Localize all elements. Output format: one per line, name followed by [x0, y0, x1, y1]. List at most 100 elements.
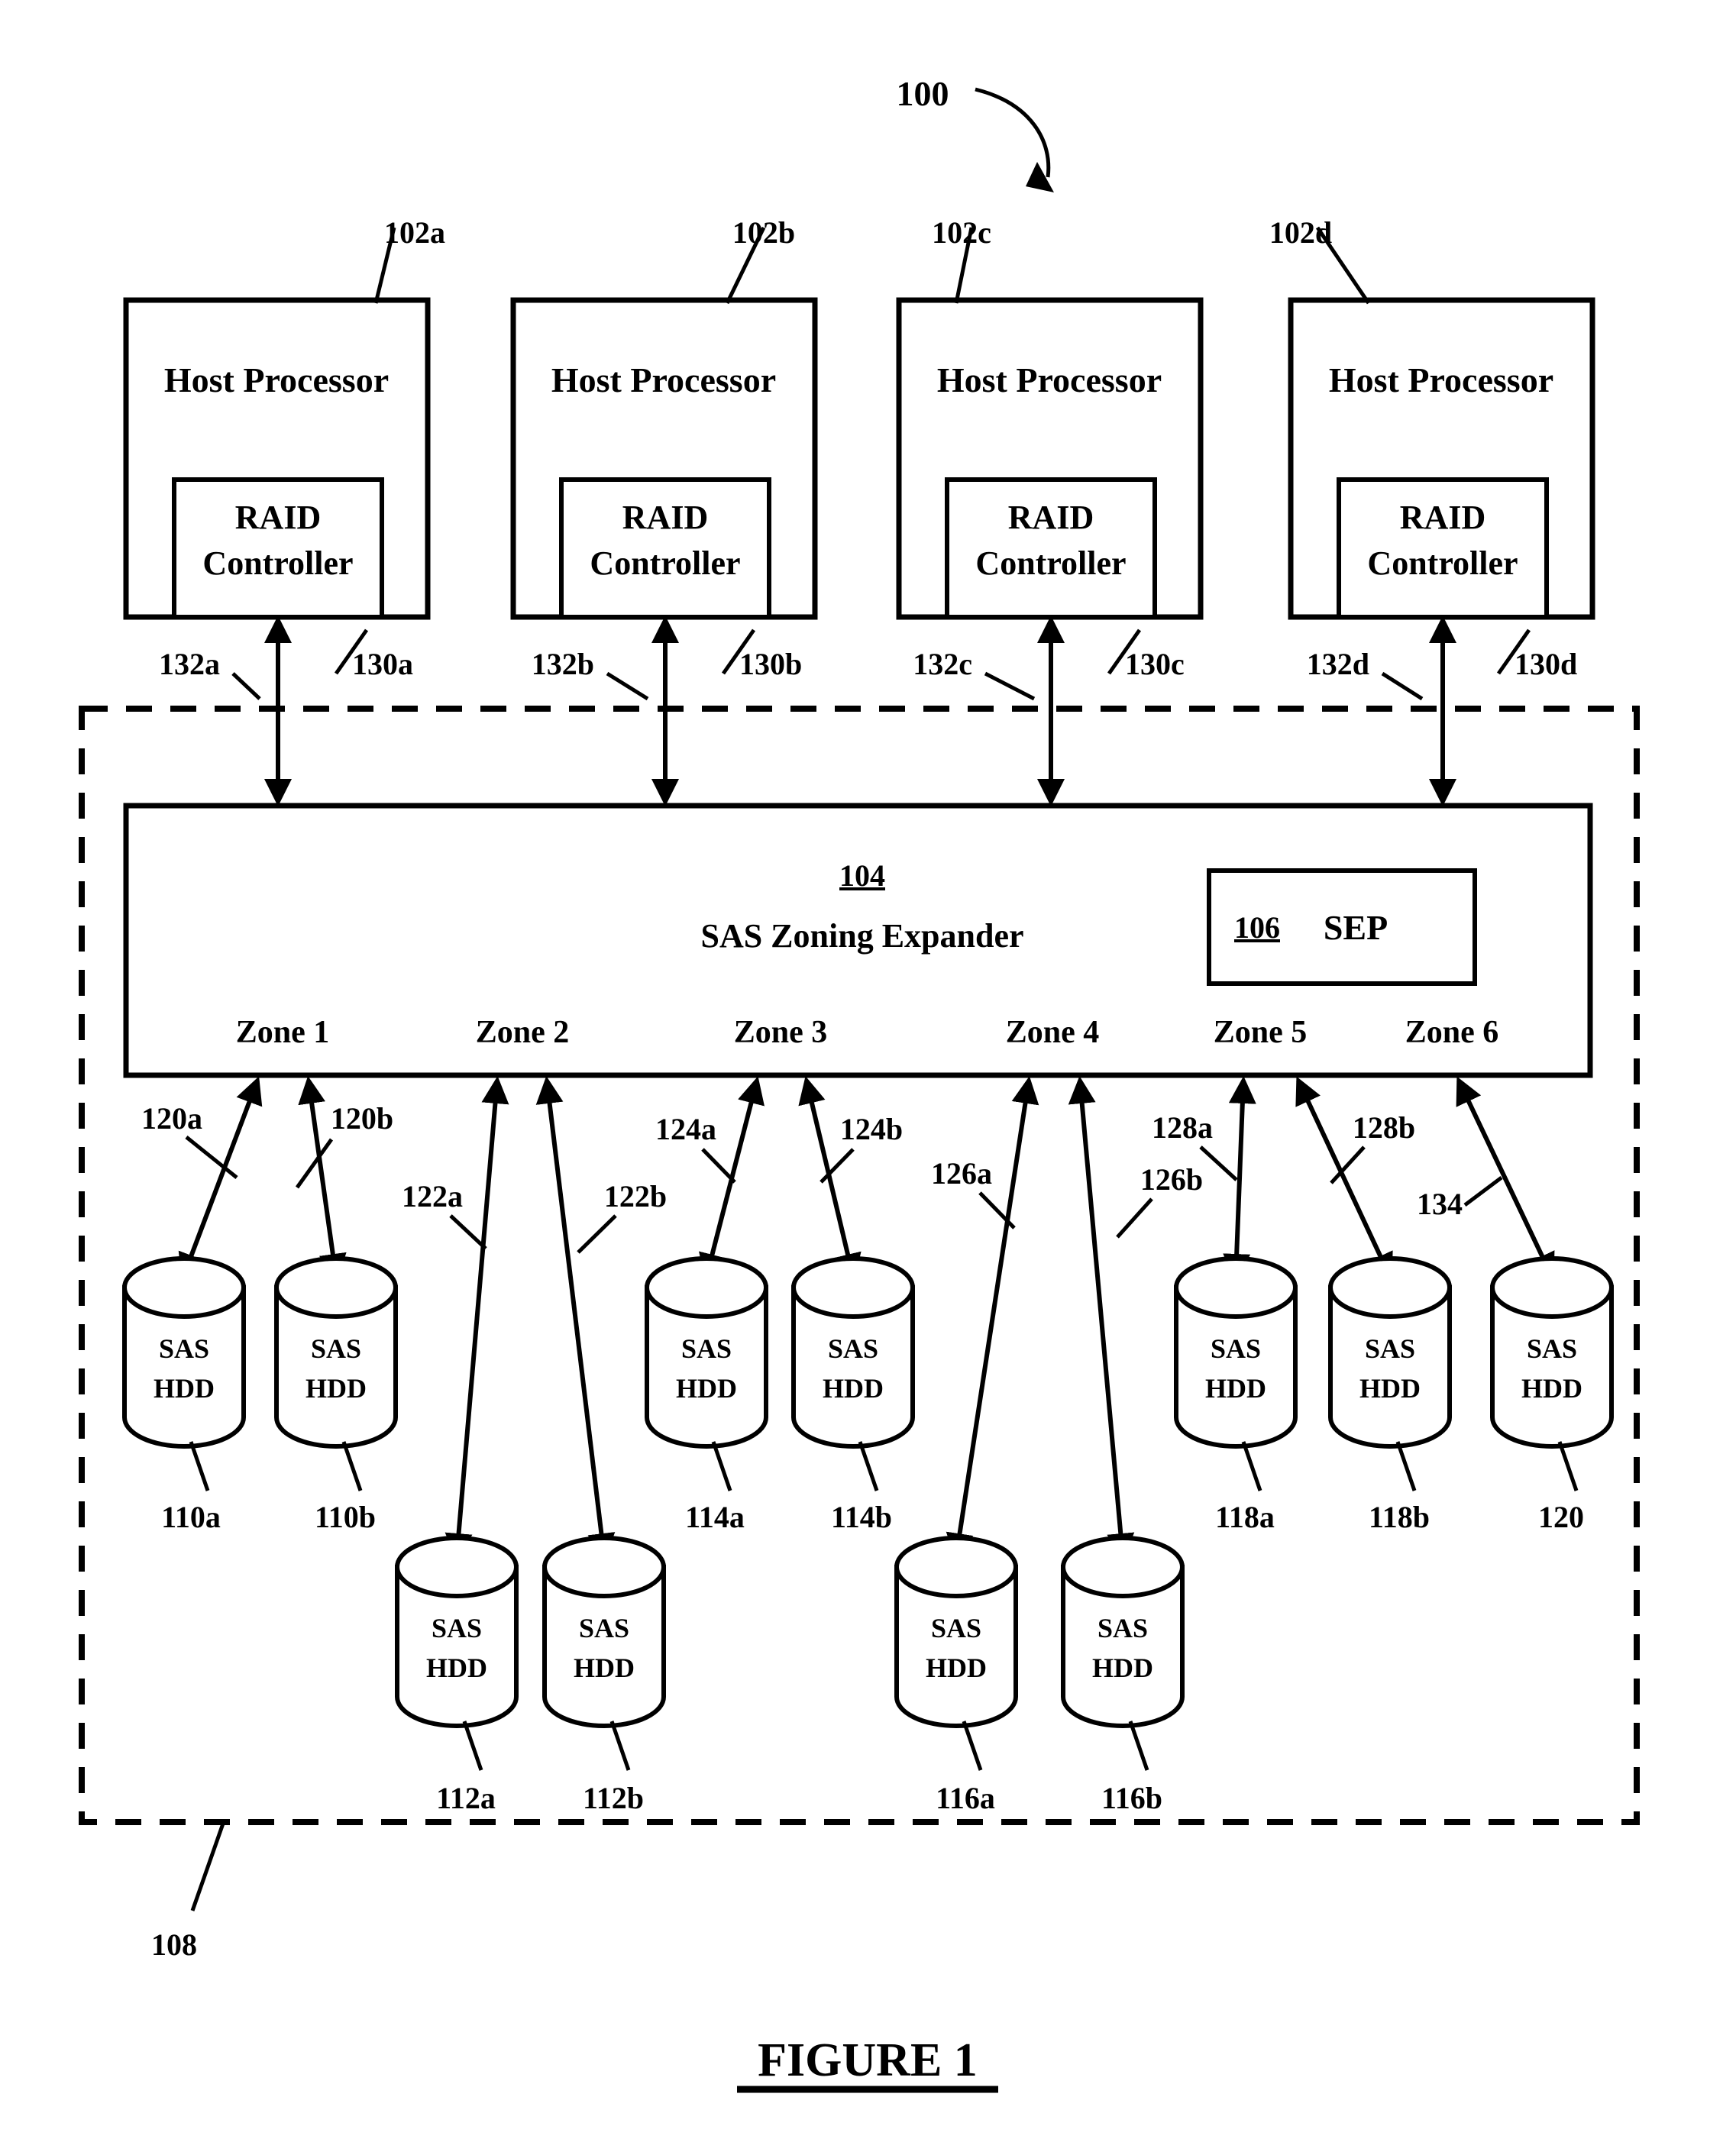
link-reference-labels: 120a 120b 122a 122b 124a 124b 126a 126b … — [141, 1101, 1503, 1254]
host-processor-4[interactable]: Host Processor RAID Controller 102d 130d… — [1269, 215, 1595, 701]
zone-label-4[interactable]: Zone 4 — [1006, 1015, 1100, 1050]
drive-110a[interactable]: SAS HDD 110a — [122, 1256, 246, 1534]
drive-110b-line2: HDD — [305, 1373, 367, 1404]
drive-116a-line2: HDD — [926, 1653, 987, 1683]
raid-controller-1-label-line2: Controller — [202, 544, 353, 582]
host-processor-1-title: Host Processor — [164, 360, 389, 399]
zone-drive-link-122b — [535, 1076, 616, 1561]
link-1-ref-132a: 132a — [159, 647, 220, 681]
link-ref-128a: 128a — [1152, 1110, 1213, 1145]
expander-title: SAS Zoning Expander — [700, 917, 1023, 955]
raid-controller-4-label-line1: RAID — [1400, 499, 1485, 536]
link-4-ref-leader — [1381, 671, 1424, 701]
raid-controller-3-label-line1: RAID — [1008, 499, 1094, 536]
raid-controller-1-ref: 130a — [352, 647, 413, 681]
raid-controller-2-label-line1: RAID — [622, 499, 708, 536]
host-processor-2-ref: 102b — [732, 215, 795, 250]
drive-120-line2: HDD — [1521, 1373, 1582, 1404]
drive-114b[interactable]: SAS HDD 114b — [791, 1256, 915, 1534]
raid-controller-2-ref: 130b — [739, 647, 802, 681]
host-processor-3-ref: 102c — [932, 215, 991, 250]
drive-114a-ref: 114a — [685, 1500, 745, 1534]
link-4-ref-132d: 132d — [1307, 647, 1369, 681]
figure-1-diagram: 100 108 Host Processor RAID Controller 1… — [79, 74, 1640, 2093]
patent-figure: 100 108 Host Processor RAID Controller 1… — [0, 0, 1736, 2139]
raid-controller-4-label-line2: Controller — [1367, 544, 1518, 582]
zone-label-5[interactable]: Zone 5 — [1214, 1015, 1308, 1050]
drive-110b-line1: SAS — [311, 1333, 361, 1364]
sep-label: SEP — [1324, 908, 1388, 947]
drive-112b[interactable]: SAS HDD 112b — [542, 1536, 666, 1815]
link-3-ref-132c: 132c — [913, 647, 972, 681]
drive-110a-line1: SAS — [159, 1333, 209, 1364]
drive-112a-line1: SAS — [432, 1613, 482, 1643]
drive-116b-line2: HDD — [1092, 1653, 1153, 1683]
link-3-ref-leader — [984, 671, 1036, 701]
link-ref-120a: 120a — [141, 1101, 202, 1136]
drive-112b-ref: 112b — [583, 1781, 644, 1815]
drive-112b-line2: HDD — [574, 1653, 635, 1683]
drive-114a-line1: SAS — [681, 1333, 732, 1364]
sas-zoning-expander[interactable]: 104 SAS Zoning Expander 106 SEP Zone 1 Z… — [123, 803, 1593, 1078]
link-2-ref-132b: 132b — [532, 647, 594, 681]
drive-110a-ref: 110a — [161, 1500, 221, 1534]
drive-118b-line2: HDD — [1359, 1373, 1421, 1404]
figure-caption: FIGURE 1 — [758, 2034, 978, 2086]
raid-controller-4-ref: 130d — [1515, 647, 1577, 681]
drive-118a-line1: SAS — [1211, 1333, 1261, 1364]
drive-116a-line1: SAS — [931, 1613, 981, 1643]
raid-controller-3-label-line2: Controller — [975, 544, 1126, 582]
drive-114b-ref: 114b — [831, 1500, 892, 1534]
link-ref-122a: 122a — [402, 1179, 463, 1213]
drive-116a[interactable]: SAS HDD 116a — [894, 1536, 1018, 1815]
drive-114a[interactable]: SAS HDD 114a — [645, 1256, 768, 1534]
raid-controller-3-ref: 130c — [1125, 647, 1185, 681]
host-processor-1[interactable]: Host Processor RAID Controller 102a 130a… — [123, 215, 445, 700]
drive-116b-ref: 116b — [1101, 1781, 1162, 1815]
host-processor-1-ref: 102a — [384, 215, 445, 250]
zone-drive-link-134 — [1456, 1076, 1555, 1281]
drive-120-ref: 120 — [1538, 1500, 1584, 1534]
link-1-ref-leader — [231, 672, 261, 700]
link-ref-134: 134 — [1417, 1187, 1463, 1221]
zone-label-1[interactable]: Zone 1 — [236, 1015, 330, 1050]
drive-118b[interactable]: SAS HDD 118b — [1328, 1256, 1452, 1534]
drive-110a-line2: HDD — [154, 1373, 215, 1404]
drive-118a[interactable]: SAS HDD 118a — [1174, 1256, 1298, 1534]
drive-110b[interactable]: SAS HDD 110b — [274, 1256, 398, 1534]
drive-114b-line2: HDD — [823, 1373, 884, 1404]
drive-118b-line1: SAS — [1365, 1333, 1415, 1364]
drive-112b-line1: SAS — [579, 1613, 629, 1643]
raid-controller-1-label-line1: RAID — [235, 499, 321, 536]
drive-118a-line2: HDD — [1205, 1373, 1266, 1404]
link-2-ref-leader — [606, 671, 649, 701]
zone-drive-link-124b — [798, 1076, 862, 1281]
drive-116b[interactable]: SAS HDD 116b — [1061, 1536, 1185, 1815]
zone-label-2[interactable]: Zone 2 — [476, 1015, 570, 1050]
drive-120[interactable]: SAS HDD 120 — [1490, 1256, 1614, 1534]
drive-114b-line1: SAS — [828, 1333, 878, 1364]
link-ref-122b: 122b — [604, 1179, 667, 1213]
drive-118a-ref: 118a — [1215, 1500, 1275, 1534]
host-processor-4-ref: 102d — [1269, 215, 1332, 250]
drive-110b-ref: 110b — [315, 1500, 376, 1534]
drive-116b-line1: SAS — [1098, 1613, 1148, 1643]
enclosure-ref-leader — [190, 1823, 225, 1911]
drive-112a-ref: 112a — [436, 1781, 496, 1815]
expander-ref-104: 104 — [839, 858, 885, 893]
host-processor-4-title: Host Processor — [1329, 360, 1553, 399]
link-ref-128b: 128b — [1353, 1110, 1415, 1145]
zone-label-3[interactable]: Zone 3 — [734, 1015, 828, 1050]
drive-120-line1: SAS — [1527, 1333, 1577, 1364]
sep-ref-106: 106 — [1234, 910, 1280, 945]
system-ref-100: 100 — [897, 74, 949, 113]
enclosure-ref-108: 108 — [151, 1927, 197, 1962]
drive-112a[interactable]: SAS HDD 112a — [395, 1536, 519, 1815]
zone-label-6[interactable]: Zone 6 — [1405, 1015, 1499, 1050]
drive-116a-ref: 116a — [936, 1781, 995, 1815]
link-ref-124a: 124a — [655, 1112, 716, 1146]
host-processor-3-title: Host Processor — [937, 360, 1162, 399]
zone-drive-link-126b — [1068, 1076, 1135, 1561]
raid-controller-2-label-line2: Controller — [590, 544, 740, 582]
zone-drive-link-126a — [946, 1076, 1039, 1561]
